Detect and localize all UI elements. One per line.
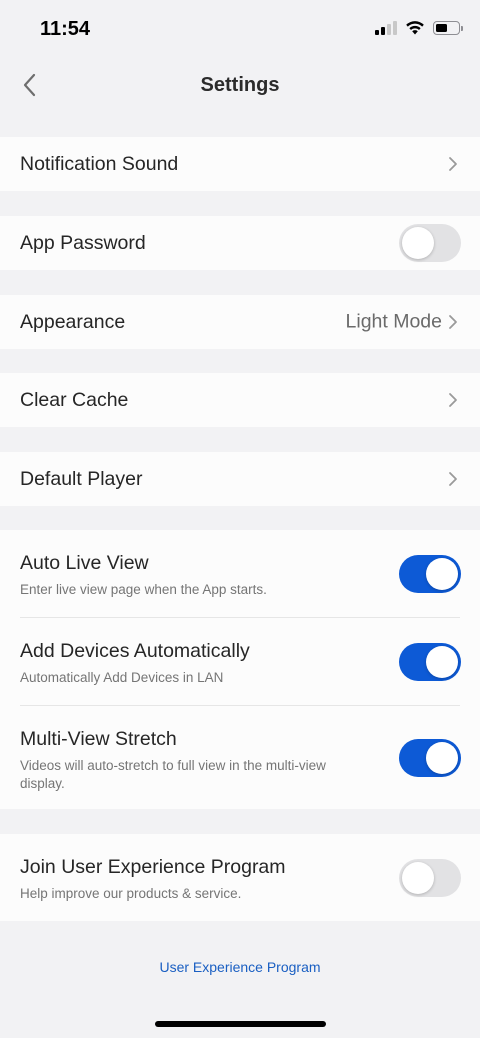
- appearance-value: Light Mode: [345, 310, 442, 333]
- appearance-row[interactable]: Appearance Light Mode: [0, 295, 480, 349]
- multi-view-stretch-toggle[interactable]: [399, 739, 461, 777]
- multi-view-stretch-row: Multi-View Stretch Videos will auto-stre…: [0, 706, 480, 809]
- nav-header: Settings: [0, 62, 480, 108]
- group-clear-cache: Clear Cache: [0, 373, 480, 427]
- clear-cache-label: Clear Cache: [20, 388, 129, 411]
- chevron-right-icon: [448, 314, 460, 330]
- multi-view-stretch-label: Multi-View Stretch: [20, 728, 177, 750]
- default-player-row[interactable]: Default Player: [0, 452, 480, 506]
- wifi-icon: [406, 21, 424, 35]
- battery-icon: [433, 20, 463, 35]
- auto-live-view-label: Auto Live View: [20, 552, 149, 574]
- clear-cache-row[interactable]: Clear Cache: [0, 373, 480, 427]
- add-devices-row: Add Devices Automatically Automatically …: [0, 618, 480, 706]
- group-app-password: App Password: [0, 216, 480, 270]
- add-devices-label: Add Devices Automatically: [20, 640, 250, 662]
- chevron-right-icon: [448, 471, 460, 487]
- user-experience-toggle[interactable]: [399, 859, 461, 897]
- status-time: 11:54: [40, 18, 91, 40]
- signal-icon: [375, 20, 397, 35]
- app-password-toggle[interactable]: [399, 224, 461, 262]
- auto-live-view-description: Enter live view page when the App starts…: [20, 582, 267, 597]
- settings-screen: 11:54 Settings Notification Sound App Pa…: [0, 0, 480, 1038]
- group-default-player: Default Player: [0, 452, 480, 506]
- group-appearance: Appearance Light Mode: [0, 295, 480, 349]
- user-experience-row: Join User Experience Program Help improv…: [0, 834, 480, 921]
- add-devices-toggle[interactable]: [399, 643, 461, 681]
- group-view-options: Auto Live View Enter live view page when…: [0, 530, 480, 809]
- user-experience-label: Join User Experience Program: [20, 856, 286, 878]
- page-title: Settings: [200, 74, 280, 96]
- chevron-right-icon: [448, 392, 460, 408]
- status-icons: [375, 20, 463, 35]
- status-bar: 11:54: [0, 0, 480, 62]
- add-devices-description: Automatically Add Devices in LAN: [20, 670, 224, 685]
- auto-live-view-row: Auto Live View Enter live view page when…: [0, 530, 480, 618]
- app-password-row: App Password: [0, 216, 480, 270]
- user-experience-description: Help improve our products & service.: [20, 886, 242, 901]
- notification-sound-label: Notification Sound: [20, 152, 179, 175]
- app-password-label: App Password: [20, 231, 146, 254]
- group-user-experience: Join User Experience Program Help improv…: [0, 834, 480, 921]
- auto-live-view-toggle[interactable]: [399, 555, 461, 593]
- user-experience-program-link[interactable]: User Experience Program: [0, 959, 480, 975]
- notification-sound-row[interactable]: Notification Sound: [0, 137, 480, 191]
- appearance-label: Appearance: [20, 310, 126, 333]
- group-notification-sound: Notification Sound: [0, 137, 480, 191]
- home-indicator: [155, 1021, 326, 1027]
- default-player-label: Default Player: [20, 467, 143, 490]
- chevron-right-icon: [448, 156, 460, 172]
- multi-view-stretch-description: Videos will auto-stretch to full view in…: [20, 758, 326, 791]
